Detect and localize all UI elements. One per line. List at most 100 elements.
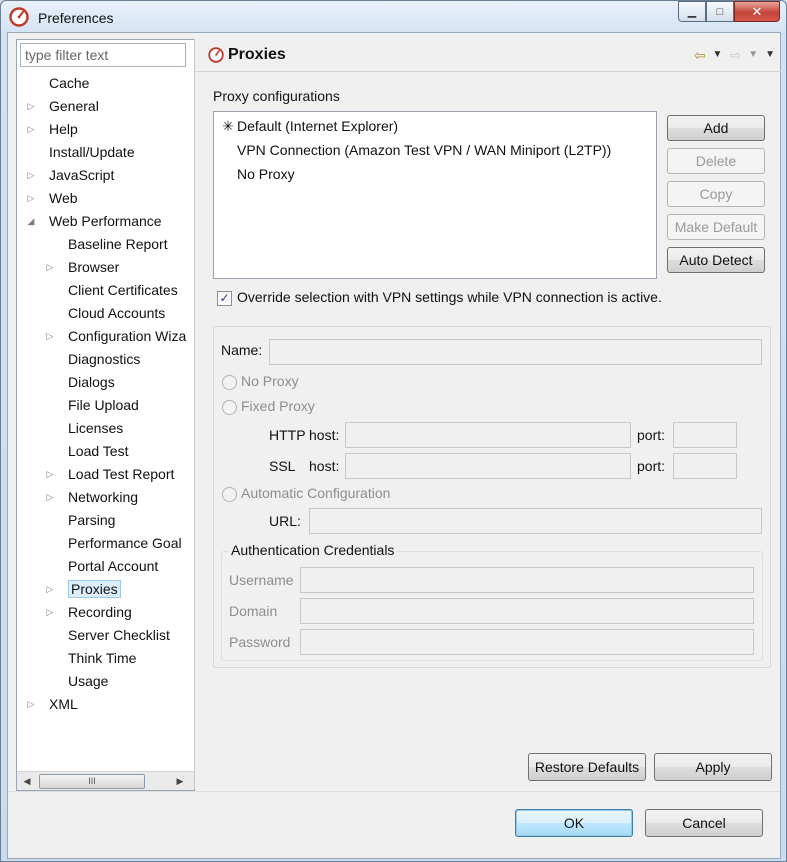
ok-button[interactable]: OK (515, 809, 633, 837)
window-controls: ▁ □ ✕ (678, 1, 780, 22)
forward-dropdown-icon[interactable]: ▼ (748, 47, 758, 64)
back-dropdown-icon[interactable]: ▼ (713, 47, 723, 64)
username-label: Username (229, 572, 294, 588)
tree-item[interactable]: Licenses (48, 417, 123, 439)
tree-item-label: Recording (68, 604, 132, 620)
tree-item[interactable]: Usage (48, 670, 108, 692)
tree-item[interactable]: Install/Update (29, 141, 135, 163)
maximize-icon: □ (716, 5, 724, 18)
back-arrow-icon[interactable]: ⇦ (694, 47, 706, 64)
tree-item[interactable]: ▷ XML (26, 693, 78, 715)
tree-item[interactable]: Performance Goal (48, 532, 182, 554)
expand-arrow-icon[interactable]: ▷ (26, 118, 36, 140)
proxy-item[interactable]: ✳ Default (Internet Explorer) (219, 115, 398, 137)
ssl-label: SSL (269, 458, 296, 474)
tree-horizontal-scrollbar[interactable]: ◀ III ▶ (17, 771, 194, 790)
domain-field[interactable] (300, 598, 754, 624)
fixed-proxy-radio[interactable] (222, 400, 237, 415)
view-menu-icon[interactable]: ▼ (765, 47, 775, 64)
name-field[interactable] (269, 339, 762, 365)
minimize-icon: ▁ (687, 6, 697, 18)
no-proxy-radio[interactable] (222, 375, 237, 390)
tree-item-label: Browser (68, 259, 120, 275)
no-proxy-label: No Proxy (241, 373, 299, 389)
apply-button[interactable]: Apply (654, 753, 772, 781)
expand-arrow-icon[interactable]: ▷ (45, 325, 55, 347)
http-port-label: port: (637, 427, 666, 443)
expand-arrow-icon[interactable]: ▷ (26, 95, 36, 117)
maximize-button[interactable]: □ (706, 1, 734, 22)
tree-item[interactable]: Baseline Report (48, 233, 168, 255)
proxy-item[interactable]: No Proxy (219, 163, 295, 185)
tree-item[interactable]: ▷ Recording (45, 601, 132, 623)
add-button[interactable]: Add (667, 115, 765, 141)
tree-item[interactable]: ◢ Web Performance (26, 210, 162, 232)
proxy-item-label: Default (Internet Explorer) (237, 118, 399, 134)
tree-item[interactable]: Server Checklist (48, 624, 170, 646)
automatic-configuration-label: Automatic Configuration (241, 485, 391, 501)
password-field[interactable] (300, 629, 754, 655)
tree-item[interactable]: Think Time (48, 647, 136, 669)
tree-item[interactable]: Portal Account (48, 555, 158, 577)
expand-arrow-icon[interactable]: ▷ (45, 578, 55, 600)
automatic-configuration-radio[interactable] (222, 487, 237, 502)
title-bar[interactable]: Preferences ▁ □ ✕ (1, 1, 786, 35)
tree-item[interactable]: ▷ Help (26, 118, 78, 140)
url-field[interactable] (309, 508, 762, 534)
override-vpn-checkbox[interactable]: ✓ (217, 291, 232, 306)
expand-arrow-icon[interactable]: ▷ (26, 187, 36, 209)
close-icon: ✕ (751, 3, 763, 19)
expand-arrow-icon[interactable]: ▷ (45, 463, 55, 485)
proxy-item[interactable]: VPN Connection (Amazon Test VPN / WAN Mi… (219, 139, 611, 161)
scroll-thumb[interactable]: III (39, 774, 145, 789)
username-field[interactable] (300, 567, 754, 593)
tree-item[interactable]: Load Test (48, 440, 128, 462)
cancel-button[interactable]: Cancel (645, 809, 763, 837)
tree-item[interactable]: ▷ JavaScript (26, 164, 115, 186)
expand-arrow-icon[interactable]: ▷ (45, 256, 55, 278)
tree-item[interactable]: ▷ Networking (45, 486, 139, 508)
window-title: Preferences (38, 10, 114, 26)
tree-item[interactable]: Cloud Accounts (48, 302, 165, 324)
restore-defaults-button[interactable]: Restore Defaults (528, 753, 646, 781)
expand-arrow-icon[interactable]: ▷ (26, 164, 36, 186)
tree-item-label: Parsing (68, 512, 116, 528)
make-default-button[interactable]: Make Default (667, 214, 765, 240)
proxy-configurations-list[interactable]: ✳ Default (Internet Explorer) VPN Connect… (213, 111, 657, 279)
http-host-field[interactable] (345, 422, 631, 448)
tree-item-label: File Upload (68, 397, 139, 413)
expand-arrow-icon[interactable]: ▷ (26, 693, 36, 715)
delete-button[interactable]: Delete (667, 148, 765, 174)
copy-button[interactable]: Copy (667, 181, 765, 207)
forward-arrow-icon[interactable]: ⇨ (729, 47, 741, 64)
tree-item[interactable]: Cache (29, 72, 89, 94)
filter-input[interactable] (20, 43, 186, 67)
expand-arrow-icon[interactable]: ▷ (45, 601, 55, 623)
tree-item[interactable]: ▷ Browser (45, 256, 120, 278)
tree-item[interactable]: Diagnostics (48, 348, 140, 370)
tree-item-label: JavaScript (49, 167, 115, 183)
proxy-details-panel: Name: No Proxy Fixed Proxy HTTP host: po… (213, 326, 771, 668)
tree-item-label: Baseline Report (68, 236, 168, 252)
scroll-right-icon[interactable]: ▶ (172, 772, 188, 790)
expand-arrow-icon[interactable]: ▷ (45, 486, 55, 508)
http-port-field[interactable] (673, 422, 737, 448)
scroll-left-icon[interactable]: ◀ (19, 772, 35, 790)
tree-item[interactable]: Parsing (48, 509, 115, 531)
tree-item[interactable]: ▷ Load Test Report (45, 463, 175, 485)
auto-detect-button[interactable]: Auto Detect (667, 247, 765, 273)
expand-arrow-icon[interactable]: ◢ (26, 210, 36, 232)
tree-item-label: Configuration Wiza (68, 328, 187, 344)
app-clock-icon (9, 7, 29, 27)
ssl-port-field[interactable] (673, 453, 737, 479)
tree-item[interactable]: ▷ Proxies (45, 578, 121, 600)
tree-item[interactable]: File Upload (48, 394, 139, 416)
tree-item[interactable]: Client Certificates (48, 279, 178, 301)
tree-item[interactable]: ▷ Web (26, 187, 78, 209)
close-button[interactable]: ✕ (734, 1, 780, 22)
tree-item[interactable]: ▷ Configuration Wiza (45, 325, 187, 347)
ssl-host-field[interactable] (345, 453, 631, 479)
tree-item[interactable]: ▷ General (26, 95, 99, 117)
tree-item[interactable]: Dialogs (48, 371, 115, 393)
minimize-button[interactable]: ▁ (678, 1, 706, 22)
